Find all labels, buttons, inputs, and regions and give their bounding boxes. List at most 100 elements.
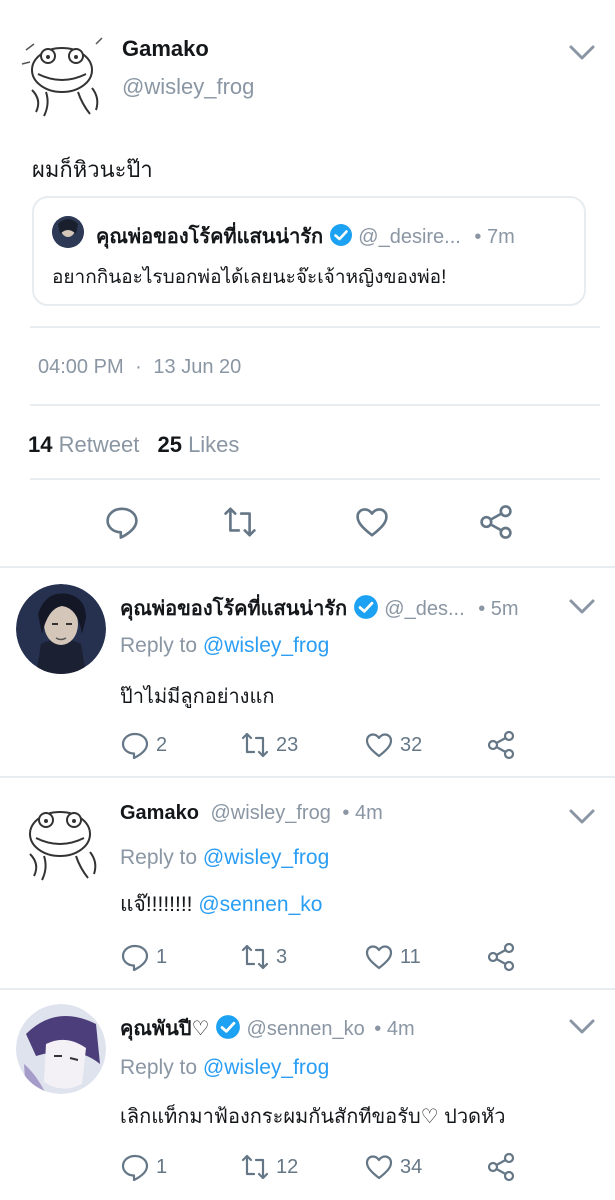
quoted-handle[interactable]: @_desire... (358, 226, 461, 248)
divider (0, 988, 615, 990)
tweet-menu-chevron-icon[interactable] (568, 1018, 596, 1036)
quoted-text: อยากกินอะไรบอกพ่อได้เลยนะจ๊ะเจ้าหญิงของพ… (52, 267, 447, 288)
like-icon (365, 1155, 393, 1180)
share-button[interactable] (486, 1152, 516, 1182)
retweet-count: 23 (276, 733, 299, 756)
reply-handle[interactable]: @_des... (384, 598, 464, 620)
avatar[interactable] (16, 30, 108, 122)
avatar[interactable] (16, 584, 106, 674)
reply-text: เลิกแท็กมาฟ้องกระผมกันสักทีขอรับ♡ ปวดหัว (120, 1106, 506, 1128)
verified-badge-icon (329, 223, 353, 253)
like-button[interactable]: 11 (364, 942, 421, 972)
retweet-button[interactable]: 23 (240, 730, 298, 760)
quoted-tweet-card[interactable]: คุณพ่อของโร้คที่แสนน่ารัก @_desire... • … (32, 196, 586, 306)
quoted-avatar (52, 216, 84, 248)
divider (30, 326, 600, 328)
tweet-text: ผมก็หิวนะป๊า (32, 157, 153, 182)
share-icon (487, 942, 515, 972)
divider (0, 776, 615, 778)
reply-text: ป๊าไม่มีลูกอย่างแก (120, 686, 275, 708)
reply-to-mention[interactable]: @wisley_frog (203, 846, 329, 869)
reply-display-name[interactable]: Gamako (120, 802, 199, 824)
avatar[interactable] (16, 1004, 106, 1094)
like-button[interactable] (354, 504, 390, 540)
divider (0, 566, 615, 568)
reply-text-mention[interactable]: @sennen_ko (198, 893, 322, 916)
reply-to-line: Reply to @wisley_frog (120, 1056, 329, 1080)
date-separator: · (135, 356, 142, 378)
retweet-label[interactable]: Retweet (59, 432, 140, 457)
share-button[interactable] (486, 942, 516, 972)
reply-to-line: Reply to @wisley_frog (120, 634, 329, 658)
like-count: 32 (400, 733, 423, 756)
reply-handle[interactable]: @sennen_ko (247, 1018, 365, 1040)
reply-display-name[interactable]: คุณพันปี♡ (120, 1018, 209, 1040)
frog-avatar-icon (21, 37, 103, 117)
reply-display-name[interactable]: คุณพ่อของโร้คที่แสนน่ารัก (120, 598, 347, 620)
reply-button[interactable]: 1 (120, 942, 167, 972)
tweet-timestamp-row: 04:00 PM · 13 Jun 20 (38, 356, 241, 379)
frog-avatar-icon (29, 811, 97, 881)
reply-time: • 4m (342, 802, 383, 824)
tweet-date: 13 Jun 20 (153, 356, 242, 378)
divider (30, 478, 600, 480)
retweet-icon (241, 944, 269, 970)
reply-to-mention[interactable]: @wisley_frog (203, 634, 329, 657)
reply-to-prefix: Reply to (120, 846, 198, 869)
reply-button[interactable]: 1 (120, 1152, 167, 1182)
tweet-time: 04:00 PM (38, 356, 124, 378)
reply-count: 2 (156, 733, 168, 756)
reply-button[interactable]: 2 (120, 730, 167, 760)
share-button[interactable] (486, 730, 516, 760)
like-icon (365, 733, 393, 758)
share-button[interactable] (478, 504, 514, 540)
reply-icon (121, 1154, 149, 1182)
reply-time: • 5m (478, 598, 519, 620)
like-button[interactable]: 34 (364, 1152, 422, 1182)
share-icon (487, 730, 515, 760)
reply-to-line: Reply to @wisley_frog (120, 846, 329, 870)
retweet-button[interactable]: 12 (240, 1152, 298, 1182)
reply-text-line: แจ๊!!!!!!!! @sennen_ko (120, 888, 322, 921)
reply-to-prefix: Reply to (120, 1056, 198, 1079)
divider (30, 404, 600, 406)
reply-time: • 4m (374, 1018, 415, 1040)
author-display-name[interactable]: Gamako (122, 36, 209, 62)
verified-badge-icon (353, 594, 379, 626)
reply-to-mention[interactable]: @wisley_frog (203, 1056, 329, 1079)
like-button[interactable]: 32 (364, 730, 422, 760)
like-icon (356, 508, 388, 537)
retweet-button[interactable] (222, 504, 258, 540)
likes-count[interactable]: 25 (157, 432, 181, 457)
reply-count: 1 (156, 945, 168, 968)
share-icon (480, 505, 512, 539)
like-count: 11 (400, 945, 421, 968)
retweet-icon (241, 1154, 269, 1180)
avatar[interactable] (14, 794, 106, 886)
tweet-menu-chevron-icon[interactable] (568, 44, 596, 62)
retweet-icon (224, 507, 256, 537)
author-handle[interactable]: @wisley_frog (122, 74, 254, 100)
like-count: 34 (400, 1155, 423, 1178)
reply-icon (106, 507, 138, 539)
reply-to-prefix: Reply to (120, 634, 198, 657)
retweet-count: 12 (276, 1155, 299, 1178)
tweet-menu-chevron-icon[interactable] (568, 808, 596, 826)
likes-label[interactable]: Likes (188, 432, 239, 457)
like-icon (365, 945, 393, 970)
verified-badge-icon (215, 1014, 241, 1046)
reply-icon (121, 944, 149, 972)
reply-button[interactable] (104, 504, 140, 540)
share-icon (487, 1152, 515, 1182)
retweet-button[interactable]: 3 (240, 942, 287, 972)
reply-count: 1 (156, 1155, 168, 1178)
reply-handle[interactable]: @wisley_frog (211, 802, 331, 824)
retweet-count[interactable]: 14 (28, 432, 52, 457)
retweet-count: 3 (276, 945, 288, 968)
person-avatar-icon (52, 216, 84, 248)
reply-text: แจ๊!!!!!!!! (120, 893, 193, 916)
retweet-icon (241, 732, 269, 758)
tweet-menu-chevron-icon[interactable] (568, 598, 596, 616)
quoted-display-name[interactable]: คุณพ่อของโร้คที่แสนน่ารัก (96, 226, 323, 248)
person-avatar-icon (16, 584, 106, 674)
